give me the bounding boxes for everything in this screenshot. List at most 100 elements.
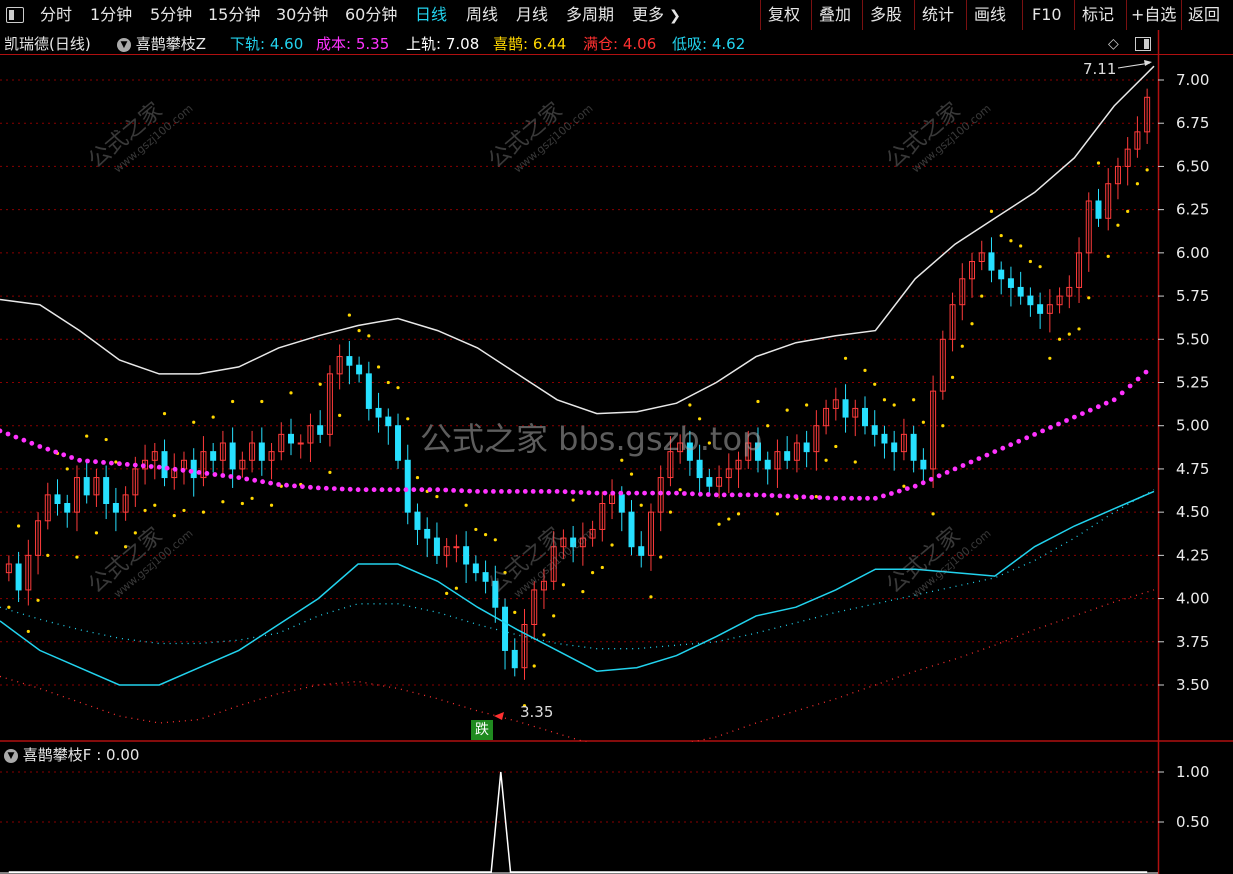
cost-line-dot <box>705 492 711 497</box>
candle-body <box>998 269 1005 280</box>
magpie-dot <box>1116 223 1120 227</box>
cost-line-dot <box>546 489 552 494</box>
cost-line-dot <box>976 456 982 461</box>
magpie-dot <box>902 484 906 488</box>
candle-body <box>472 563 479 574</box>
magpie-dot <box>736 512 741 516</box>
cost-line-dot <box>284 482 289 488</box>
cost-line-dot <box>785 493 791 499</box>
cost-line-dot <box>554 489 560 494</box>
magpie-dot <box>16 524 21 528</box>
indicator-subchart[interactable]: 1.00 0.50 <box>0 742 1233 874</box>
y-tick-label: 6.25 <box>1176 201 1209 219</box>
cost-line-dot <box>331 486 337 491</box>
magpie-dot <box>688 403 692 407</box>
cost-line-dot <box>355 487 361 493</box>
cost-line-dot <box>586 490 592 496</box>
cost-line-dot <box>220 473 226 478</box>
cost-line-dot <box>745 492 751 498</box>
cost-line-dot <box>212 472 218 477</box>
candle-body <box>433 537 440 556</box>
sub-indicator-header[interactable]: ▼ 喜鹊攀枝F : 0.00 <box>4 743 139 767</box>
y-tick-label: 4.00 <box>1176 590 1209 608</box>
cost-line-dot <box>507 489 512 494</box>
cost-line-dot <box>435 487 441 493</box>
magpie-dot <box>201 510 206 514</box>
magpie-dot <box>970 322 974 326</box>
magpie-dot <box>124 545 128 549</box>
candle-body <box>784 451 791 461</box>
cost-line-dot <box>936 473 942 479</box>
magpie-dot <box>980 294 984 298</box>
sub-y-tick-label: 0.50 <box>1176 813 1209 831</box>
cost-line-dot <box>522 489 528 494</box>
candle-body <box>696 459 703 479</box>
magpie-dot <box>104 437 108 442</box>
candle-body <box>706 477 713 487</box>
cost-line-dot <box>753 492 759 498</box>
candle-body <box>570 537 577 548</box>
candle-body <box>482 572 489 582</box>
magpie-dot <box>678 488 682 492</box>
candle-body <box>988 252 995 271</box>
cost-line-dot <box>172 466 178 472</box>
y-tick-label: 4.75 <box>1176 460 1209 478</box>
magpie-dot <box>367 334 371 338</box>
chevron-down-icon: ▼ <box>4 748 18 763</box>
sub-y-tick-label: 1.00 <box>1176 763 1209 781</box>
magpie-dot <box>873 382 877 386</box>
magpie-dot <box>513 610 517 615</box>
candle-body <box>229 442 236 470</box>
candlestick-chart[interactable]: 7.00 6.75 6.50 6.25 6.00 5.75 5.50 5.25 5.00 4.75… <box>0 0 1233 742</box>
cost-line-dot <box>690 491 695 497</box>
candle-body <box>210 451 217 461</box>
magpie-dot <box>834 444 838 449</box>
candle-body <box>910 433 917 461</box>
cost-line-dot <box>737 492 743 498</box>
cost-line-dot <box>483 489 488 494</box>
magpie-dot <box>629 472 634 476</box>
cost-line-dot <box>698 491 703 497</box>
cost-line-dot <box>857 495 862 501</box>
y-tick-label: 4.50 <box>1176 503 1209 521</box>
cost-line-dot <box>952 466 958 472</box>
candle-body <box>346 356 353 366</box>
candle-body <box>414 511 421 530</box>
magpie-dot <box>46 553 50 557</box>
cost-line-dot <box>53 449 59 455</box>
cost-line-dot <box>960 463 966 468</box>
magpie-dot <box>843 356 848 360</box>
magpie-dot <box>445 591 449 595</box>
cost-line-dot <box>928 476 934 482</box>
cost-line-dot <box>944 470 950 475</box>
candle-body <box>54 494 61 505</box>
magpie-dot <box>707 441 711 445</box>
magpie-dot <box>882 398 887 402</box>
magpie-dot <box>863 368 867 372</box>
magpie-dot <box>1096 161 1101 165</box>
magpie-dot <box>338 413 342 417</box>
cost-line-dot <box>427 487 433 493</box>
cost-line-dot <box>93 459 98 465</box>
cost-line-dot <box>395 487 401 493</box>
cost-line-dot <box>244 476 250 482</box>
cost-line-dot <box>347 486 353 492</box>
magpie-dot <box>1145 168 1149 172</box>
cost-line-dot <box>260 479 265 485</box>
magpie-dot <box>581 590 585 594</box>
magpie-dot <box>600 565 604 570</box>
magpie-dot <box>94 531 99 535</box>
cost-line-dot <box>570 489 576 495</box>
cost-line-dot <box>1064 418 1069 423</box>
candle-body <box>764 459 771 470</box>
cost-line-dot <box>801 494 807 500</box>
y-tick-label: 5.50 <box>1176 330 1209 348</box>
cost-line-dot <box>85 458 90 464</box>
magpie-dot <box>376 365 381 369</box>
magpie-dot <box>668 510 673 514</box>
cost-line-dot <box>578 490 584 495</box>
magpie-dot <box>85 434 89 438</box>
candle-body <box>463 546 470 565</box>
low-price-label: 3.35 <box>520 703 554 721</box>
cost-line-dot <box>196 470 202 475</box>
